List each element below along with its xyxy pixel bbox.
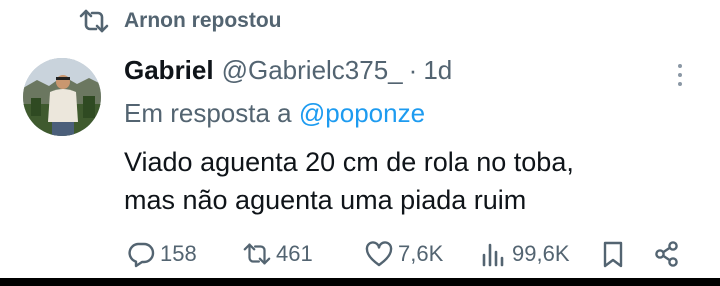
repost-button[interactable]: 461 [242,236,313,272]
author-name[interactable]: Gabriel [124,55,214,86]
like-button[interactable]: 7,6K [364,236,443,272]
reply-button[interactable]: 158 [126,236,197,272]
tweet-text-line: Viado aguenta 20 cm de rola no toba, [124,147,574,177]
tweet-header: Gabriel @Gabrielc375_ · 1d [124,52,452,88]
more-icon [678,64,682,68]
views-button[interactable]: 99,6K [478,236,570,272]
repost-indicator[interactable]: Arnon repostou [78,6,282,36]
avatar[interactable] [23,58,101,136]
separator: · [408,54,418,85]
repost-icon [79,9,109,33]
timestamp[interactable]: 1d [423,55,452,86]
reply-icon [128,242,155,268]
bookmark-icon [603,241,623,268]
repost-count: 461 [276,241,313,266]
reply-prefix: Em resposta a [124,98,292,128]
more-icon-dot [678,73,682,77]
repost-icon [243,243,271,265]
heart-icon [365,241,393,267]
bookmark-button[interactable] [598,236,632,272]
avatar-image [23,58,101,136]
tweet-text: Viado aguenta 20 cm de rola no toba, mas… [124,143,684,219]
share-button[interactable] [652,236,686,272]
action-bar: 158 461 7,6K 99,6K [126,236,696,272]
tweet-text-line: mas não aguenta uma piada ruim [124,185,527,215]
share-icon [655,241,678,267]
views-count: 99,6K [512,241,570,266]
more-icon-dot [678,82,682,86]
like-count: 7,6K [398,241,444,266]
reply-mention-link[interactable]: @poponze [299,98,425,128]
bottom-divider [0,278,720,286]
reply-context: Em resposta a @poponze [124,98,425,129]
views-icon [482,243,504,267]
author-handle[interactable]: @Gabrielc375_ [222,55,403,86]
more-options-button[interactable] [670,58,690,92]
repost-label: Arnon repostou [124,9,282,32]
reply-count: 158 [160,241,197,266]
